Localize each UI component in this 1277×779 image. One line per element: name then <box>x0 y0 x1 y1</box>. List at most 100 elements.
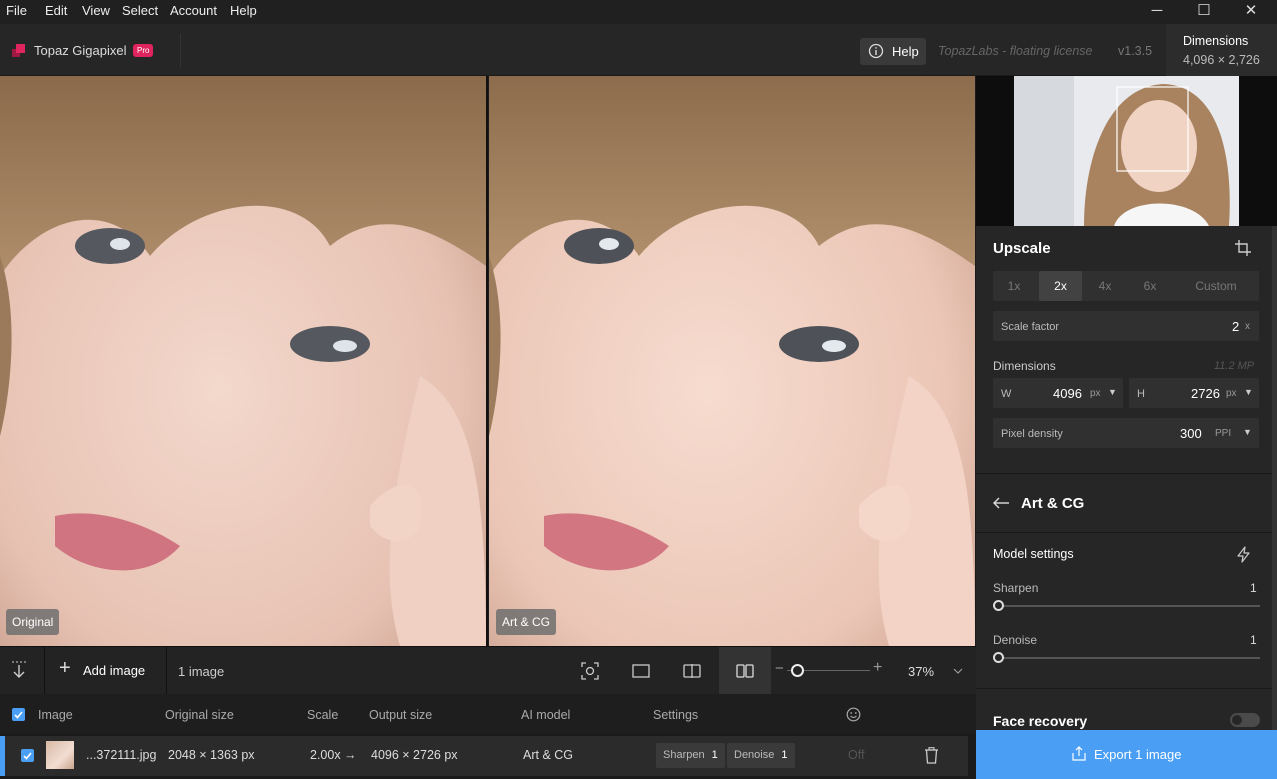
menu-help[interactable]: Help <box>230 3 257 18</box>
header-dimensions: Dimensions 4,096 × 2,726 <box>1166 24 1277 76</box>
zoom-in-icon[interactable]: + <box>873 659 882 677</box>
navigator-thumbnail <box>1014 76 1239 226</box>
row-ai-model: Art & CG <box>523 748 574 762</box>
close-button[interactable]: ✕ <box>1228 0 1274 24</box>
scale-factor-field[interactable]: Scale factor 2 x <box>993 311 1259 341</box>
app-name: Topaz Gigapixel <box>34 43 127 58</box>
row-scale: 2.00x → <box>310 748 357 762</box>
plus-icon: + <box>59 657 71 679</box>
collapse-tray-icon[interactable] <box>10 660 28 680</box>
pixel-density-label: Pixel density <box>1001 428 1063 440</box>
model-title: Art & CG <box>1021 495 1085 512</box>
single-view-icon[interactable] <box>632 664 650 678</box>
header-scale[interactable]: Scale <box>307 708 338 722</box>
header-dimensions-value: 4,096 × 2,726 <box>1183 53 1260 67</box>
row-denoise-chip: Denoise 1 <box>727 743 795 768</box>
original-label: Original <box>6 609 60 635</box>
header-settings[interactable]: Settings <box>653 708 698 722</box>
face-recovery-toggle[interactable] <box>1230 713 1260 727</box>
width-field[interactable]: W 4096 px ▼ <box>993 378 1123 408</box>
table-header: Image Original size Scale Output size AI… <box>0 694 976 734</box>
header-output-size[interactable]: Output size <box>369 708 432 722</box>
topaz-logo-icon <box>12 44 25 57</box>
scale-factor-value: 2 <box>1232 319 1240 334</box>
zoom-slider-knob[interactable] <box>791 664 804 677</box>
check-icon <box>23 752 32 760</box>
select-all-checkbox[interactable] <box>12 708 25 721</box>
help-button[interactable]: Help <box>860 38 926 65</box>
row-denoise-label: Denoise <box>734 749 775 761</box>
menu-edit[interactable]: Edit <box>45 3 67 18</box>
image-thumbnail <box>46 741 74 769</box>
face-recovery-label: Face recovery <box>993 713 1088 729</box>
sharpen-slider-knob[interactable] <box>993 600 1004 611</box>
navigator[interactable] <box>976 76 1277 226</box>
height-label: H <box>1137 388 1145 400</box>
denoise-slider[interactable] <box>998 657 1260 659</box>
face-icon <box>846 707 861 722</box>
original-photo <box>0 76 486 646</box>
megapixels: 11.2 MP <box>1214 360 1255 372</box>
chevron-down-icon: ▼ <box>1243 427 1252 437</box>
original-view[interactable]: Original <box>0 76 486 646</box>
help-label: Help <box>892 44 919 59</box>
scale-option-2x[interactable]: 2x <box>1039 271 1082 301</box>
info-icon <box>868 43 884 59</box>
zoom-out-icon[interactable]: − <box>775 660 784 677</box>
height-field[interactable]: H 2726 px ▼ <box>1129 378 1259 408</box>
back-arrow-icon[interactable] <box>993 497 1010 509</box>
row-sharpen-value: 1 <box>711 749 718 761</box>
row-face-recovery: Off <box>848 748 865 762</box>
sharpen-slider[interactable] <box>998 605 1260 607</box>
model-settings-label: Model settings <box>993 547 1074 561</box>
crop-icon[interactable] <box>1235 240 1251 256</box>
chevron-down-icon: ▼ <box>1108 387 1117 397</box>
denoise-label: Denoise <box>993 633 1038 647</box>
settings-panel: Upscale 1x 2x 4x 6x Custom Scale factor … <box>976 76 1277 779</box>
chevron-down-icon: ▼ <box>1244 387 1253 397</box>
header-original-size[interactable]: Original size <box>165 708 234 722</box>
scale-option-4x[interactable]: 4x <box>1084 271 1126 301</box>
denoise-value: 1 <box>1250 633 1257 647</box>
width-value: 4096 <box>1053 386 1082 401</box>
processed-view[interactable]: Art & CG <box>488 76 976 646</box>
auto-lightning-icon[interactable] <box>1237 546 1250 563</box>
scale-factor-unit: x <box>1245 321 1250 332</box>
menu-select[interactable]: Select <box>122 3 158 18</box>
add-image-label: Add image <box>83 663 146 678</box>
split-view-icon[interactable] <box>683 664 701 678</box>
bottom-toolbar: + Add image 1 image − + 37% <box>0 646 976 695</box>
minimize-button[interactable]: ─ <box>1134 0 1180 24</box>
menu-file[interactable]: File <box>6 3 27 18</box>
height-value: 2726 <box>1191 386 1220 401</box>
menu-view[interactable]: View <box>82 3 110 18</box>
table-row[interactable]: ...372111.jpg 2048 × 1363 px 2.00x → 409… <box>5 736 968 776</box>
image-count: 1 image <box>178 664 225 679</box>
processed-photo <box>489 76 975 646</box>
menu-account[interactable]: Account <box>170 3 217 18</box>
preview-region-icon[interactable] <box>581 662 599 680</box>
add-image-button[interactable]: + Add image <box>56 657 156 685</box>
scale-option-custom[interactable]: Custom <box>1176 271 1256 301</box>
pixel-density-field[interactable]: Pixel density 300 PPI ▼ <box>993 418 1259 448</box>
header-dimensions-label: Dimensions <box>1183 34 1249 48</box>
processed-label: Art & CG <box>496 609 557 635</box>
trash-icon[interactable] <box>924 747 939 764</box>
upscale-title: Upscale <box>993 240 1051 257</box>
scale-option-6x[interactable]: 6x <box>1129 271 1171 301</box>
side-by-side-view-icon <box>736 664 754 678</box>
maximize-button[interactable]: ☐ <box>1181 0 1227 24</box>
row-checkbox[interactable] <box>21 749 34 762</box>
scale-option-1x[interactable]: 1x <box>993 271 1035 301</box>
chevron-down-icon[interactable] <box>953 668 963 674</box>
side-by-side-view-button[interactable] <box>719 647 771 695</box>
zoom-level[interactable]: 37% <box>908 664 934 679</box>
header-ai-model[interactable]: AI model <box>521 708 570 722</box>
export-label: Export 1 image <box>1094 747 1182 762</box>
header-image[interactable]: Image <box>38 708 73 722</box>
version-text: v1.3.5 <box>1118 44 1153 58</box>
row-original-size: 2048 × 1363 px <box>168 748 255 762</box>
denoise-slider-knob[interactable] <box>993 652 1004 663</box>
height-unit: px <box>1226 388 1237 399</box>
export-button[interactable]: Export 1 image <box>976 730 1277 779</box>
